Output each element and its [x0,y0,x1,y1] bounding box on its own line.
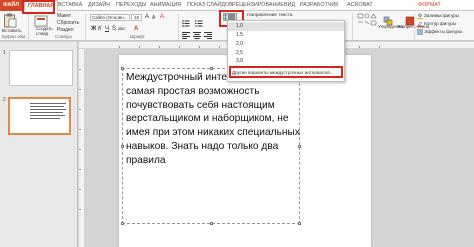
thumbnail-text-line [30,103,66,104]
divider [28,14,29,40]
slide-number: 1 [3,50,6,56]
paint-bucket-icon [417,13,423,19]
paste-button[interactable] [3,13,17,28]
line-spacing-menu: 1,0 1,5 2,0 2,5 3,0 Другие варианты межд… [227,20,345,82]
line-spacing-option[interactable]: 2,0 [228,40,344,49]
divider [178,14,179,40]
tab-design[interactable]: ДИЗАЙН [88,1,110,10]
tab-insert[interactable]: ВСТАВКА [58,1,82,10]
clear-format-icon[interactable]: A [160,14,164,20]
shape-outline-button[interactable]: Контур фигуры [417,21,474,28]
resize-handle[interactable] [121,67,124,70]
font-size-select[interactable]: 18 [131,14,142,21]
vertical-ruler [79,49,85,247]
resize-handle[interactable] [121,222,124,225]
tab-review[interactable]: РЕЦЕНЗИРОВАНИЕ [232,1,284,10]
thumbnail-text-line [30,118,60,119]
align-right-button[interactable] [204,26,212,39]
text-direction-button[interactable]: Направление текста [247,13,292,18]
align-center-icon [193,32,201,39]
tab-view[interactable]: ВИД [284,1,295,10]
tab-transitions[interactable]: ПЕРЕХОДЫ [116,1,147,10]
bullets-button[interactable] [182,14,190,27]
ribbon-tab-bar: ФАЙЛ ГЛАВНАЯ ВСТАВКА ДИЗАЙН ПЕРЕХОДЫ АНИ… [0,0,474,12]
resize-handle[interactable] [298,222,301,225]
clipboard-icon [4,13,17,28]
grow-font-button[interactable]: A [145,14,149,20]
slide-body-text[interactable]: Междустрочный интервал - это самая прост… [126,71,302,168]
tab-slideshow[interactable]: ПОКАЗ СЛАЙДОВ [187,1,233,10]
divider [85,14,86,40]
tab-file[interactable]: ФАЙЛ [0,0,22,11]
shape-effects-label: Эффекты фигуры [424,29,463,34]
align-right-icon [204,32,212,39]
paste-label: Вставить [2,28,22,33]
layout-button[interactable]: Макет [57,13,71,19]
font-size-value: 18 [134,15,140,20]
slide-number: 2 [3,97,6,103]
thumbnail-text-line [30,115,65,116]
align-center-button[interactable] [193,26,201,39]
menu-divider [232,66,340,67]
divider [414,14,415,40]
shape-effects-button[interactable]: Эффекты фигуры [417,29,474,36]
line-spacing-option[interactable]: 1,0 [228,22,344,31]
char-spacing-button[interactable]: abc [118,26,125,32]
arrange-button[interactable] [383,13,393,26]
shadow-button[interactable]: S [112,26,116,32]
thumbnail-text-line [30,109,66,110]
section-button[interactable]: Раздел [57,27,74,33]
reset-button[interactable]: Сбросить [57,20,79,26]
slide-thumbnail-selected[interactable] [8,97,71,135]
font-color-button[interactable]: A [134,26,138,32]
slides-group-label: Слайды [55,34,72,39]
line-spacing-option[interactable]: 1,5 [228,31,344,40]
tab-developer[interactable]: РАЗРАБОТЧИК [300,1,338,10]
bold-button[interactable]: Ж [91,26,96,32]
shrink-font-button[interactable]: A [152,15,155,21]
line-spacing-option[interactable]: 3,0 [228,57,344,66]
effects-icon [417,29,423,35]
text-placeholder[interactable]: Междустрочный интервал - это самая прост… [121,67,302,225]
clipboard-group-label: Буфер обм... [2,34,29,39]
shape-outline-label: Контур фигуры [424,21,457,26]
resize-handle[interactable] [210,222,213,225]
divider [352,14,353,40]
shape-fill-button[interactable]: Заливка фигуры [417,13,474,20]
underline-button[interactable]: Ч [105,26,109,32]
line-spacing-options-item[interactable]: Другие варианты междустрочных интервалов… [232,69,340,77]
font-name-select[interactable]: Calibri (Основн... [90,14,130,21]
resize-handle[interactable] [210,67,213,70]
pencil-icon [417,21,423,27]
numbering-button[interactable] [195,14,203,27]
slides-panel: 1 2 [0,42,78,247]
resize-handle[interactable] [121,145,124,148]
align-left-button[interactable] [182,26,190,39]
new-slide-button[interactable] [34,14,48,27]
tab-format[interactable]: ФОРМАТ [418,1,441,10]
tab-animations[interactable]: АНИМАЦИЯ [150,1,181,10]
tab-acrobat[interactable]: ACROBAT [347,1,373,10]
shape-fill-label: Заливка фигуры [424,13,460,18]
create-slide-label[interactable]: Создать слайд [36,26,56,36]
italic-button[interactable]: К [98,26,102,32]
thumbnail-text-line [30,106,64,107]
font-name-value: Calibri (Основн... [92,15,128,20]
slide-thumbnail[interactable] [9,50,73,86]
thumbnail-text-line [30,112,63,113]
font-group-label: Шрифт [130,34,145,39]
align-left-icon [182,32,190,39]
